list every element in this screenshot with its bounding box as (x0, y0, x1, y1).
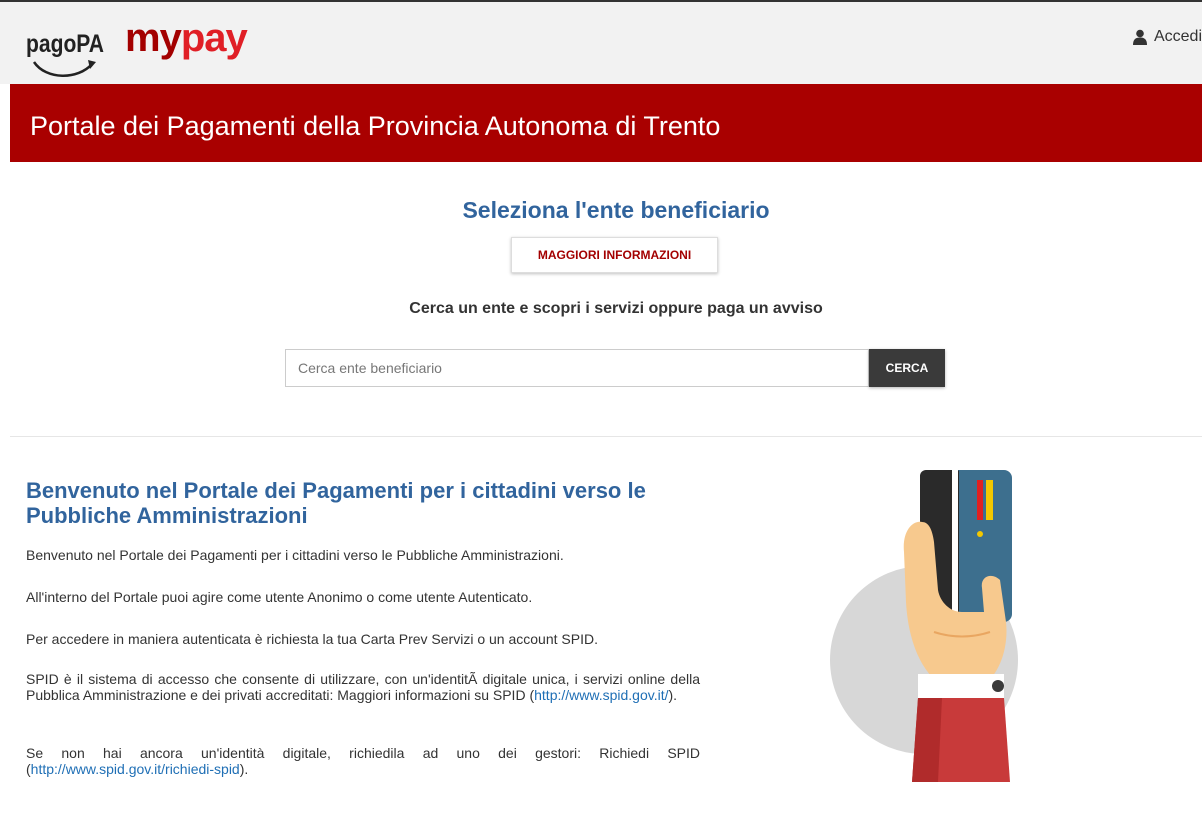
welcome-paragraph-4: SPID è il sistema di accesso che consent… (26, 671, 700, 703)
mypay-logo[interactable]: mypay (125, 16, 248, 60)
select-entity-heading: Seleziona l'ente beneficiario (462, 197, 770, 223)
section-divider (10, 436, 1202, 437)
spid-request-link[interactable]: http://www.spid.gov.it/richiedi-spid (31, 761, 240, 777)
welcome-title: Benvenuto nel Portale dei Pagamenti per … (26, 478, 646, 528)
mypay-logo-my: my (125, 16, 182, 60)
welcome-paragraph-1: Benvenuto nel Portale dei Pagamenti per … (26, 547, 564, 563)
search-entity-input[interactable] (285, 349, 869, 387)
spid-request-text: Se non hai ancora un'identità digitale, … (26, 745, 700, 761)
spid-info-link[interactable]: http://www.spid.gov.it/ (534, 687, 668, 703)
user-icon (1132, 29, 1147, 45)
hand-holding-card-icon (822, 462, 1026, 787)
welcome-paragraph-2: All'interno del Portale puoi agire come … (26, 589, 533, 605)
welcome-paragraph-5: Se non hai ancora un'identità digitale, … (26, 745, 700, 777)
more-info-button[interactable]: MAGGIORI INFORMAZIONI (511, 237, 718, 273)
svg-text:pagoPA: pagoPA (26, 30, 104, 58)
login-link[interactable]: Accedi (1132, 28, 1202, 46)
portal-title: Portale dei Pagamenti della Provincia Au… (30, 111, 721, 141)
search-button[interactable]: CERCA (869, 349, 945, 387)
login-label: Accedi (1153, 28, 1202, 45)
pagopa-logo[interactable]: pagoPA (26, 22, 110, 85)
pagopa-logo-icon: pagoPA (26, 30, 104, 77)
welcome-paragraph-3: Per accedere in maniera autenticata è ri… (26, 631, 598, 647)
search-subheading: Cerca un ente e scopri i servizi oppure … (409, 300, 823, 317)
mypay-logo-pay: pay (180, 16, 248, 60)
top-header: pagoPA mypay Accedi (0, 0, 1202, 84)
portal-banner: Portale dei Pagamenti della Provincia Au… (10, 84, 1202, 162)
